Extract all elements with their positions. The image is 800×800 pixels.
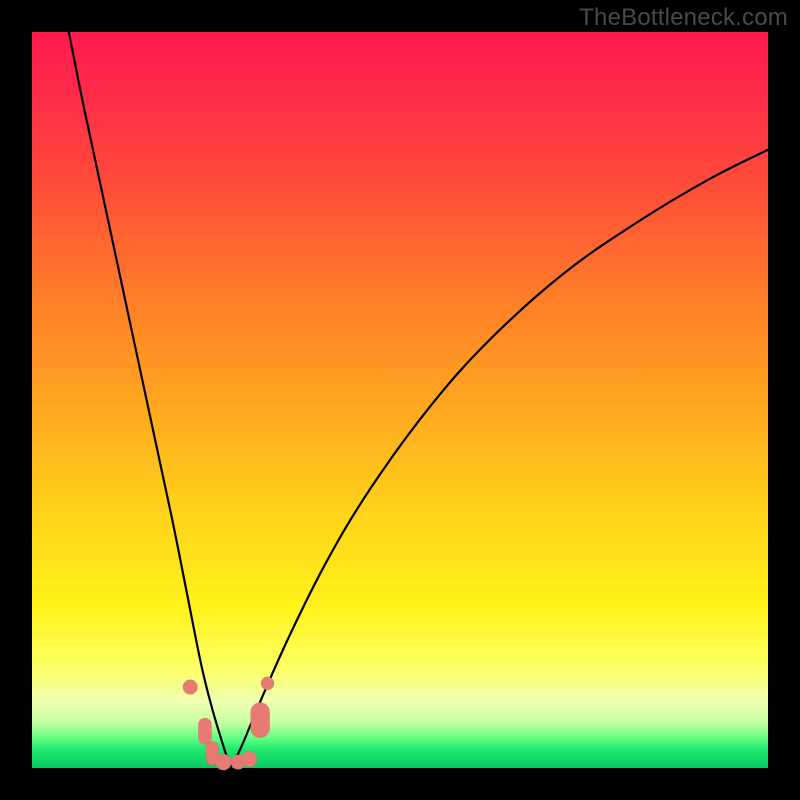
plot-gradient-area [32, 32, 768, 768]
watermark-text: TheBottleneck.com [579, 4, 788, 32]
chart-frame: TheBottleneck.com [0, 0, 800, 800]
